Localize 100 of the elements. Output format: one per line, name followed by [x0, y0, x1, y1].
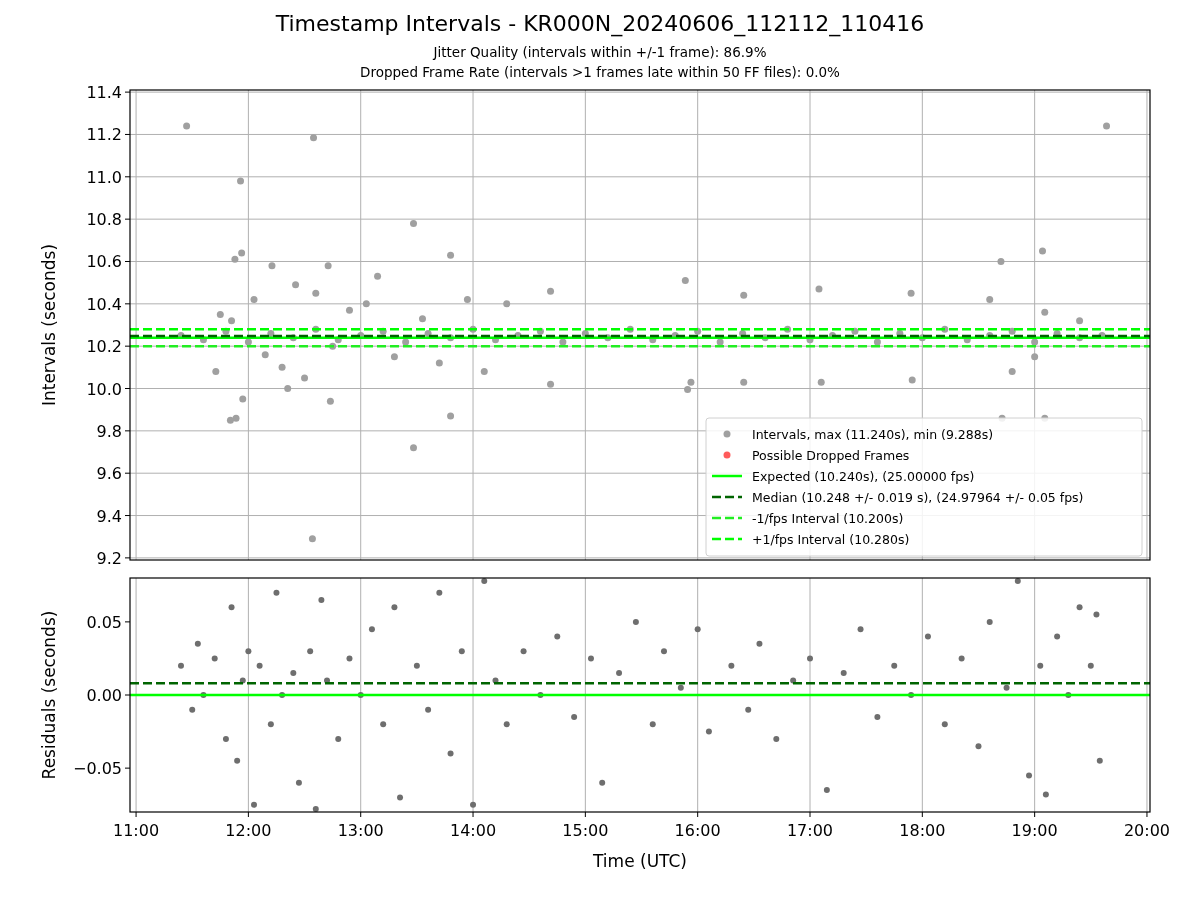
tick-label: 10.4 — [86, 294, 122, 314]
chart-subtitle: Jitter Quality (intervals within +/-1 frame): 86.9% — [433, 43, 767, 62]
data-point — [520, 648, 527, 655]
data-point — [554, 633, 561, 640]
data-point — [447, 412, 455, 420]
data-point — [290, 670, 297, 677]
data-point — [312, 289, 320, 297]
data-point — [413, 662, 420, 669]
data-point — [362, 300, 370, 308]
data-point — [239, 395, 247, 403]
data-point — [267, 329, 275, 337]
data-point — [740, 378, 748, 386]
data-point — [273, 589, 280, 596]
data-point — [649, 336, 657, 344]
tick-label: 16:00 — [674, 821, 721, 840]
axis-label: Time (UTC) — [593, 851, 687, 871]
data-point — [346, 306, 353, 314]
data-point — [374, 272, 382, 280]
data-point — [823, 787, 830, 794]
data-point — [1096, 757, 1103, 764]
data-point — [790, 677, 797, 684]
data-point — [1053, 329, 1061, 337]
data-point — [469, 325, 477, 333]
data-point — [817, 378, 825, 386]
data-point — [581, 329, 589, 337]
data-point — [694, 626, 701, 633]
data-point — [559, 338, 567, 346]
data-point — [447, 251, 455, 259]
data-point — [189, 706, 196, 713]
data-point — [284, 385, 292, 392]
tick-label: 10.2 — [86, 337, 122, 357]
data-point — [289, 334, 297, 342]
data-point — [1103, 122, 1111, 130]
data-point — [840, 670, 847, 677]
tick-label: 11:00 — [113, 821, 160, 840]
data-point — [310, 134, 318, 142]
data-point — [807, 655, 813, 662]
data-point — [705, 728, 712, 735]
data-point — [295, 779, 302, 786]
data-point — [200, 692, 207, 698]
data-point — [222, 735, 229, 742]
data-point — [312, 325, 320, 333]
data-point — [891, 662, 898, 669]
data-point — [267, 721, 274, 728]
data-point — [745, 706, 752, 713]
axis-label: Residuals (seconds) — [39, 610, 59, 780]
data-point — [1065, 692, 1072, 698]
data-point — [346, 655, 353, 662]
data-point — [677, 684, 684, 691]
data-point — [1008, 327, 1016, 335]
data-point — [435, 359, 443, 367]
data-point — [419, 315, 426, 323]
data-point — [308, 535, 316, 543]
data-point — [234, 757, 241, 764]
data-point — [447, 334, 455, 342]
data-point — [587, 655, 594, 662]
data-point — [571, 713, 578, 720]
data-point — [806, 336, 814, 344]
data-point — [178, 662, 184, 669]
data-point — [649, 721, 656, 728]
legend-label: -1/fps Interval (10.200s) — [752, 511, 904, 526]
data-point — [183, 122, 191, 130]
data-point — [616, 670, 623, 677]
data-point — [503, 721, 510, 728]
tick-label: −0.05 — [72, 759, 122, 779]
data-point — [301, 374, 309, 382]
data-point — [199, 336, 207, 344]
data-point — [194, 640, 201, 647]
data-point — [547, 287, 555, 295]
data-point — [216, 310, 224, 318]
data-point — [908, 692, 915, 698]
legend-label: +1/fps Interval (10.280s) — [752, 532, 910, 547]
data-point — [244, 338, 252, 346]
legend-label: Expected (10.240s), (25.00000 fps) — [752, 469, 975, 484]
data-point — [447, 750, 454, 757]
data-point — [963, 336, 971, 344]
data-point — [292, 281, 300, 289]
tick-label: 17:00 — [786, 821, 834, 840]
tick-label: 15:00 — [562, 821, 609, 840]
data-point — [278, 363, 286, 371]
data-point — [716, 338, 724, 346]
tick-label: 9.6 — [96, 464, 122, 484]
data-point — [547, 380, 555, 388]
data-point — [604, 334, 612, 342]
data-point — [424, 329, 432, 337]
legend-label: Median (10.248 +/- 0.019 s), (24.97964 +/- 0.05 fps) — [752, 490, 1084, 505]
data-point — [245, 648, 252, 655]
data-point — [379, 327, 387, 335]
tick-label: 10.0 — [86, 379, 122, 399]
axis-label: Intervals (seconds) — [39, 243, 59, 407]
data-point — [463, 296, 471, 304]
data-point — [1076, 334, 1084, 342]
data-point — [1039, 247, 1046, 255]
legend-label: Intervals, max (11.240s), min (9.288s) — [752, 427, 994, 442]
data-point — [251, 801, 257, 808]
tick-label: 19:00 — [1011, 821, 1058, 840]
data-point — [986, 296, 994, 304]
data-point — [318, 596, 325, 603]
data-point — [239, 677, 246, 684]
data-point — [470, 801, 477, 808]
